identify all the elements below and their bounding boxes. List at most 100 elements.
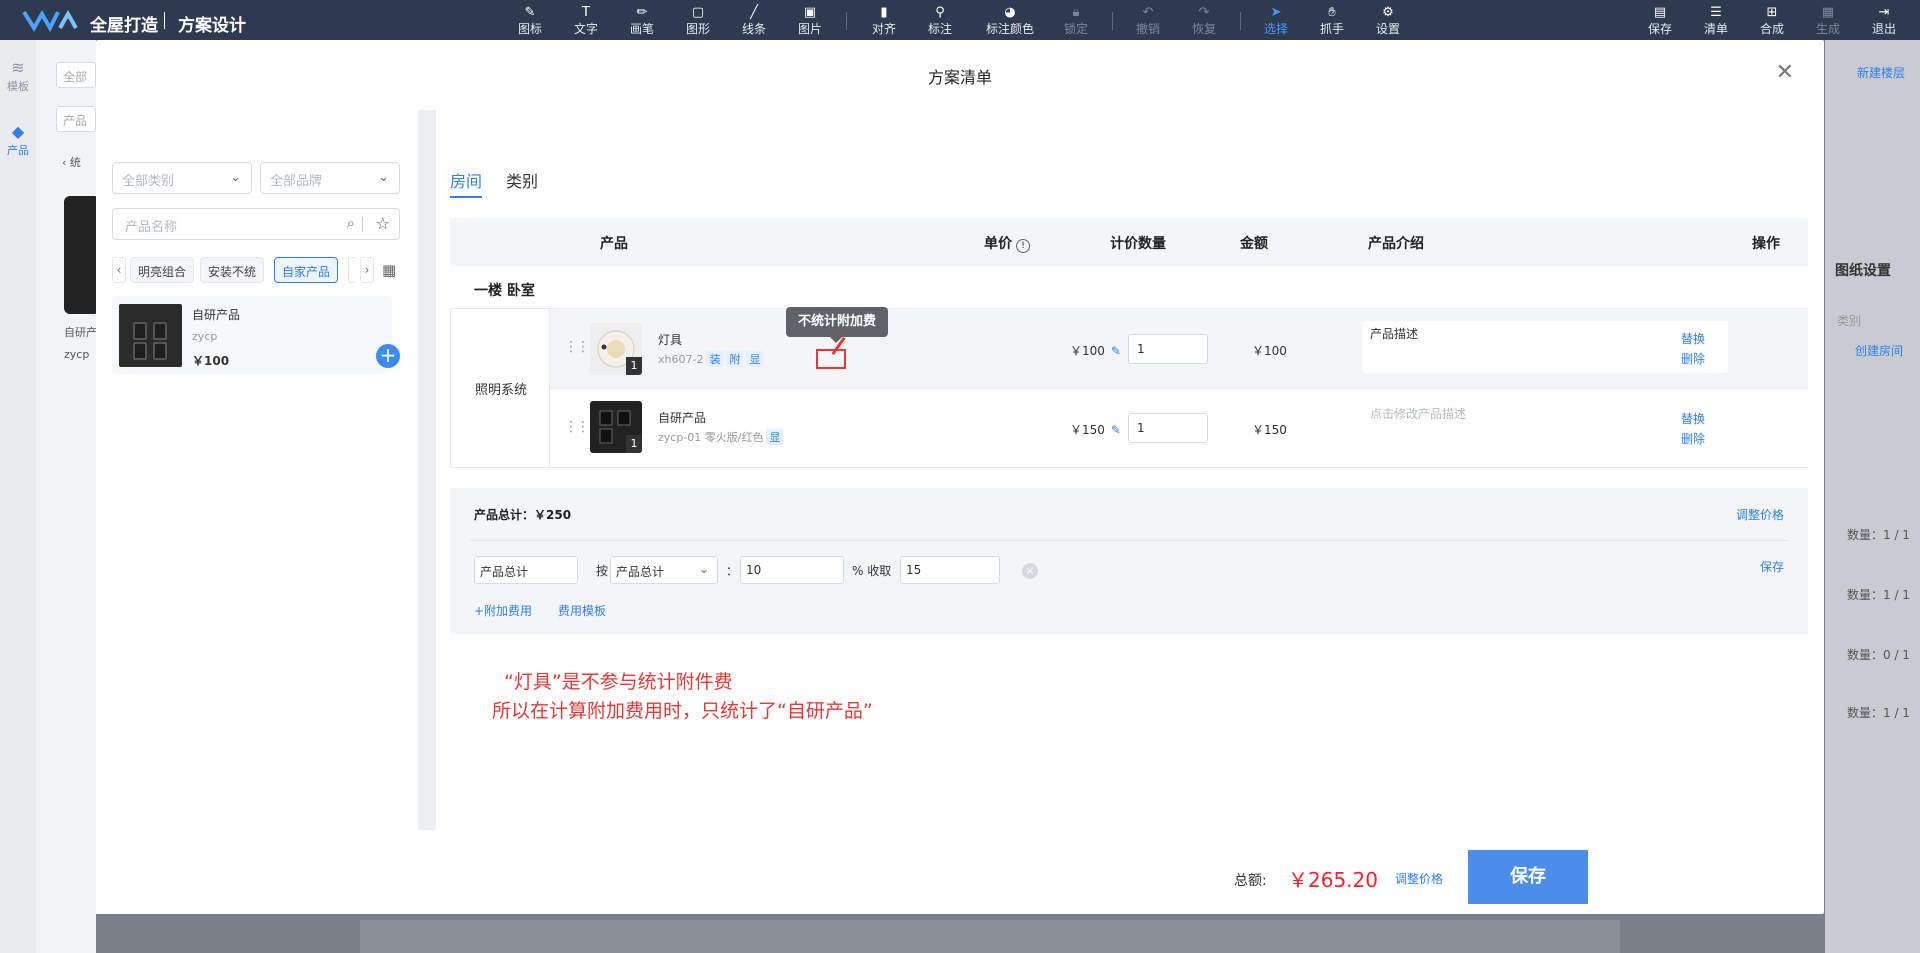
tag-show[interactable]: 显 <box>746 351 764 367</box>
product-card[interactable]: 自研产品 zycp ￥100 + <box>112 296 400 374</box>
delete-button[interactable]: 删除 <box>1681 432 1705 446</box>
description-placeholder[interactable]: 点击修改产品描述 <box>1370 405 1466 422</box>
table-row: ⋮⋮ 1 自研产品 zycp-01 零火版/红色显 ￥150 ✎ 1 ￥150 点… <box>550 389 1808 467</box>
replace-button[interactable]: 替换 <box>1681 412 1705 426</box>
tab-category[interactable]: 类别 <box>506 168 538 192</box>
product-code: zycp <box>192 330 218 343</box>
product-search-input[interactable]: 产品名称 ⌕ ☆ <box>112 208 400 240</box>
top-toolbar: 全屋打造 方案设计 ✎ 图标 T 文字 ✏ 画笔 ▢ 图形 ╱ 线条 ▣ 图片 ▮ 对齐 ⚲ 标… <box>0 0 1920 40</box>
list-panel: 房间 类别 产品 单价! 计价数量 金额 产品介绍 操作 一楼 卧室 照明系统 … <box>440 110 1824 914</box>
chip-own-products[interactable]: 自家产品 <box>274 257 339 283</box>
tool-shape[interactable]: ▢ 图形 <box>672 5 724 37</box>
bg-count: 数量：0 / 1 <box>1847 648 1910 662</box>
category-cell: 照明系统 <box>450 309 550 467</box>
tag-surcharge[interactable]: 附 <box>726 351 744 367</box>
add-fee-link[interactable]: +附加费用 <box>474 602 532 619</box>
save-icon: ▤ <box>1653 5 1667 20</box>
col-product: 产品 <box>600 236 628 252</box>
tool-image[interactable]: ▣ 图片 <box>784 5 836 37</box>
bg-card-code: zycp <box>64 348 90 361</box>
chip-bright-combo[interactable]: 明亮组合 <box>130 257 195 283</box>
topbar-save-button[interactable]: ▤ 保存 <box>1634 5 1686 37</box>
chip-install[interactable]: 安装不统 <box>200 257 265 283</box>
close-icon[interactable]: ✕ <box>1776 62 1794 84</box>
bg-drawing-settings: 图纸设置 <box>1835 263 1891 279</box>
fee-template-link[interactable]: 费用模板 <box>558 602 606 619</box>
adjust-price-link[interactable]: 调整价格 <box>1736 506 1784 523</box>
fee-basis-select[interactable]: 产品总计 ⌄ <box>610 556 718 584</box>
modal-footer: 总额: ￥265.20 调整价格 保存 <box>112 830 1588 914</box>
fee-charge-input[interactable]: 15 <box>900 556 1000 584</box>
qty-badge: 1 <box>626 357 642 375</box>
tool-settings[interactable]: ⚙ 设置 <box>1362 5 1414 37</box>
list-icon: ☰ <box>1710 5 1722 20</box>
drag-handle-icon[interactable]: ⋮⋮ <box>564 419 590 435</box>
qty-badge: 1 <box>626 435 642 453</box>
tool-align[interactable]: ▮ 对齐 <box>858 5 910 37</box>
fee-percent-input[interactable]: 10 <box>740 556 844 584</box>
col-quantity: 计价数量 <box>1110 236 1166 252</box>
tab-room[interactable]: 房间 <box>450 168 482 192</box>
tag-show[interactable]: 显 <box>766 429 784 445</box>
tool-text[interactable]: T 文字 <box>560 5 612 37</box>
edit-icon[interactable]: ✎ <box>1111 423 1121 437</box>
table-row: ⋮⋮ 1 灯具 xh607-2 装附显 不统计附加费 ￥100 ✎ 1 ￥100 产… <box>550 307 1808 389</box>
brand-select[interactable]: 全部品牌 ⌄ <box>260 162 400 194</box>
tool-mark-color[interactable]: ◕ 标注颜色 <box>980 5 1040 37</box>
table-header: 产品 单价! 计价数量 金额 产品介绍 操作 <box>450 218 1808 266</box>
info-icon[interactable]: ! <box>1016 239 1030 253</box>
by-label: 按 <box>596 564 609 578</box>
footer-save-button[interactable]: 保存 <box>1468 850 1588 904</box>
nav-template[interactable]: ≋ 模板 <box>0 58 36 94</box>
tool-lock[interactable]: 🔒︎ 锁定 <box>1050 5 1102 37</box>
tool-redo[interactable]: ↷ 恢复 <box>1178 5 1230 37</box>
footer-adjust-price-link[interactable]: 调整价格 <box>1395 870 1443 887</box>
redo-icon: ↷ <box>1198 5 1210 20</box>
quantity-input[interactable]: 1 <box>1128 413 1208 443</box>
hand-icon: ✋︎ <box>1328 5 1336 20</box>
tab-indicator <box>450 196 482 198</box>
topbar-list-button[interactable]: ☰ 清单 <box>1690 5 1742 37</box>
tool-undo[interactable]: ↶ 撤销 <box>1122 5 1174 37</box>
delete-button[interactable]: 删除 <box>1681 352 1705 366</box>
tool-mark[interactable]: ⚲ 标注 <box>914 5 966 37</box>
clear-icon[interactable]: × <box>1022 563 1038 579</box>
topbar-generate-button[interactable]: ▦ 生成 <box>1802 5 1854 37</box>
tool-brush[interactable]: ✏ 画笔 <box>616 5 668 37</box>
tool-icon[interactable]: ✎ 图标 <box>504 5 556 37</box>
topbar-exit-button[interactable]: ⇥ 退出 <box>1858 5 1910 37</box>
image-icon: ▣ <box>803 5 817 20</box>
chips-prev-button[interactable]: ‹ <box>112 257 126 283</box>
bg-count: 数量：1 / 1 <box>1847 588 1910 602</box>
tool-hand[interactable]: ✋︎ 抓手 <box>1306 5 1358 37</box>
product-total: 产品总计：￥250 <box>474 508 572 522</box>
fee-name-input[interactable]: 产品总计 <box>474 556 578 584</box>
left-nav: ≋ 模板 ◆ 产品 <box>0 40 36 953</box>
drag-handle-icon[interactable]: ⋮⋮ <box>564 339 590 355</box>
nav-product[interactable]: ◆ 产品 <box>0 122 36 158</box>
grid-icon[interactable]: ▦ <box>382 261 396 279</box>
topbar-compose-button[interactable]: ⊞ 合成 <box>1746 5 1798 37</box>
row-actions: 替换 删除 <box>1681 409 1705 449</box>
socket-thumbnail: 1 <box>590 401 642 453</box>
tag-install[interactable]: 装 <box>706 351 724 367</box>
tool-line[interactable]: ╱ 线条 <box>728 5 780 37</box>
fee-save-link[interactable]: 保存 <box>1760 558 1784 575</box>
toolbar-divider <box>1240 12 1241 30</box>
lamp-thumbnail: 1 <box>590 323 642 375</box>
quantity-input[interactable]: 1 <box>1128 334 1208 364</box>
description-field[interactable]: 产品描述 <box>1362 321 1728 373</box>
chevron-down-icon: ⌄ <box>698 562 709 576</box>
edit-icon[interactable]: ✎ <box>1111 344 1121 358</box>
chips-next-button[interactable]: › <box>360 257 374 283</box>
modal-title: 方案清单 <box>927 68 992 87</box>
add-product-button[interactable]: + <box>376 344 400 368</box>
pin-icon: ⚲ <box>935 5 945 20</box>
star-icon[interactable]: ☆ <box>376 214 390 233</box>
product-thumbnail <box>119 304 182 367</box>
replace-button[interactable]: 替换 <box>1681 332 1705 346</box>
tool-select[interactable]: ➤ 选择 <box>1250 5 1302 37</box>
category-select[interactable]: 全部类别 ⌄ <box>112 162 252 194</box>
brush-icon: ✏ <box>636 5 648 20</box>
search-icon[interactable]: ⌕ <box>347 214 355 232</box>
